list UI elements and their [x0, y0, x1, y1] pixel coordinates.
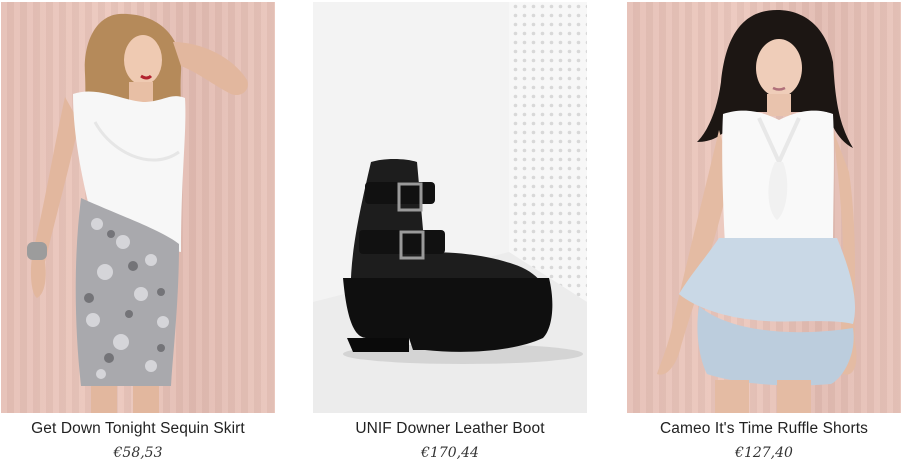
product-grid: Get Down Tonight Sequin Skirt €58,53 UNI…	[0, 0, 903, 464]
product-name[interactable]: Get Down Tonight Sequin Skirt	[1, 420, 275, 438]
product-image-platform-boot[interactable]	[313, 2, 587, 413]
product-name[interactable]: UNIF Downer Leather Boot	[313, 420, 587, 438]
product-card[interactable]: Cameo It's Time Ruffle Shorts €127,40	[627, 0, 902, 464]
product-image-sequin-skirt[interactable]	[1, 2, 275, 413]
product-price: €127,40	[735, 445, 793, 461]
model-illustration	[27, 13, 248, 413]
model-illustration	[657, 10, 857, 413]
product-image-ruffle-shorts[interactable]	[627, 2, 901, 413]
product-price: €58,53	[113, 445, 163, 461]
product-name[interactable]: Cameo It's Time Ruffle Shorts	[627, 420, 901, 438]
product-price: €170,44	[421, 445, 479, 461]
product-card[interactable]: Get Down Tonight Sequin Skirt €58,53	[1, 0, 276, 464]
boot-illustration	[313, 2, 587, 413]
product-card[interactable]: UNIF Downer Leather Boot €170,44	[313, 0, 588, 464]
